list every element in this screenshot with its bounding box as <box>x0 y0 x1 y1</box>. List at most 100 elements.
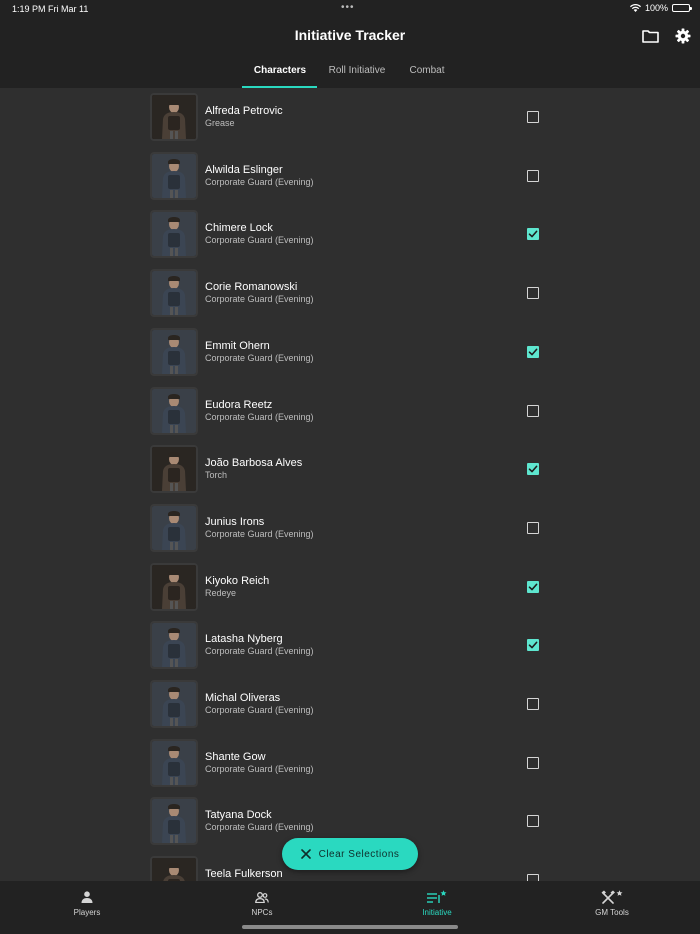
character-name: Teela Fulkerson <box>205 868 283 881</box>
tools-icon <box>567 887 657 907</box>
character-row[interactable]: Eudora Reetz Corporate Guard (Evening) <box>0 382 700 441</box>
gear-icon[interactable] <box>674 27 692 45</box>
select-checkbox[interactable] <box>527 698 539 710</box>
character-row[interactable]: Shante Gow Corporate Guard (Evening) <box>0 734 700 793</box>
character-row[interactable]: Alwilda Eslinger Corporate Guard (Evening… <box>0 147 700 206</box>
tab-roll-initiative[interactable]: Roll Initiative <box>320 65 394 76</box>
character-row[interactable]: Michal Oliveras Corporate Guard (Evening) <box>0 675 700 734</box>
character-row[interactable]: João Barbosa Alves Torch <box>0 440 700 499</box>
character-row[interactable]: Alfreda Petrovic Grease <box>0 88 700 147</box>
character-portrait <box>150 93 198 141</box>
tab-characters[interactable]: Characters <box>244 65 316 76</box>
character-name: Tatyana Dock <box>205 809 272 822</box>
character-role: Corporate Guard (Evening) <box>205 176 314 187</box>
character-portrait <box>150 680 198 728</box>
character-row[interactable]: Chimere Lock Corporate Guard (Evening) <box>0 205 700 264</box>
clear-selections-button[interactable]: Clear Selections <box>282 838 418 870</box>
checkmark-icon <box>528 465 538 473</box>
character-portrait <box>150 327 198 376</box>
character-role: Corporate Guard (Evening) <box>205 763 314 774</box>
character-role: Corporate Guard (Evening) <box>205 528 314 539</box>
nav-npcs-label: NPCs <box>251 908 273 917</box>
bottom-nav: Players NPCs Initiative GM Tools <box>0 881 700 934</box>
multitasking-dots-icon[interactable]: ••• <box>341 2 355 13</box>
select-checkbox[interactable] <box>527 580 539 593</box>
nav-players-label: Players <box>73 908 101 917</box>
character-portrait <box>150 856 198 881</box>
character-role: Corporate Guard (Evening) <box>205 352 314 363</box>
select-checkbox[interactable] <box>527 228 539 241</box>
battery-icon <box>672 4 692 12</box>
character-list[interactable]: Alfreda Petrovic Grease Alwilda Eslinger Co… <box>0 88 700 881</box>
person-icon <box>42 887 132 907</box>
character-role: Corporate Guard (Evening) <box>205 646 314 657</box>
checkmark-icon <box>528 348 538 356</box>
select-checkbox[interactable] <box>527 404 539 417</box>
character-name: Corie Romanowski <box>205 281 298 294</box>
select-checkbox[interactable] <box>527 521 539 534</box>
character-name: Alfreda Petrovic <box>205 105 283 117</box>
character-portrait <box>150 269 198 318</box>
group-icon <box>217 887 307 907</box>
select-checkbox[interactable] <box>527 111 539 123</box>
nav-gm-tools[interactable]: GM Tools <box>567 887 657 917</box>
character-name: Eudora Reetz <box>205 398 273 411</box>
character-portrait <box>150 562 198 611</box>
character-portrait <box>150 210 198 259</box>
character-portrait <box>150 797 198 846</box>
character-role: Corporate Guard (Evening) <box>205 822 314 833</box>
character-row[interactable]: Emmit Ohern Corporate Guard (Evening) <box>0 323 700 382</box>
tab-bar: Characters Roll Initiative Combat <box>0 58 700 88</box>
select-checkbox[interactable] <box>527 639 539 652</box>
character-name: Alwilda Eslinger <box>205 163 283 176</box>
battery-percent: 100% <box>644 3 668 13</box>
status-date: Fri Mar 11 <box>48 4 89 14</box>
character-portrait <box>150 445 198 494</box>
character-name: Michal Oliveras <box>205 692 281 704</box>
select-checkbox[interactable] <box>527 287 539 300</box>
character-name: Shante Gow <box>205 750 266 763</box>
character-portrait <box>150 621 198 670</box>
character-role: Corporate Guard (Evening) <box>205 235 314 246</box>
character-portrait <box>150 151 198 200</box>
character-row[interactable]: Junius Irons Corporate Guard (Evening) <box>0 499 700 558</box>
nav-players[interactable]: Players <box>42 887 132 917</box>
nav-initiative-label: Initiative <box>422 908 452 917</box>
character-name: Junius Irons <box>205 515 265 528</box>
character-row[interactable]: Corie Romanowski Corporate Guard (Evening… <box>0 264 700 323</box>
initiative-list-icon <box>392 887 482 907</box>
character-name: Latasha Nyberg <box>205 633 283 646</box>
close-icon <box>300 849 311 859</box>
character-name: Kiyoko Reich <box>205 574 270 587</box>
checkmark-icon <box>528 583 538 590</box>
checkmark-icon <box>528 641 538 649</box>
select-checkbox[interactable] <box>527 463 539 476</box>
character-role: Torch <box>205 470 228 481</box>
clear-selections-label: Clear Selections <box>318 848 400 860</box>
select-checkbox[interactable] <box>527 815 539 828</box>
nav-gm-tools-label: GM Tools <box>595 908 629 917</box>
character-role: Corporate Guard (Evening) <box>205 411 314 422</box>
folder-icon[interactable] <box>641 27 659 45</box>
character-role: Redeye <box>205 587 237 598</box>
select-checkbox[interactable] <box>527 874 539 881</box>
character-portrait <box>150 503 198 552</box>
home-indicator[interactable] <box>242 925 458 929</box>
character-row[interactable]: Kiyoko Reich Redeye <box>0 558 700 617</box>
character-role: Corporate Guard (Evening) <box>205 294 314 305</box>
wifi-icon <box>629 4 641 12</box>
tab-combat[interactable]: Combat <box>398 65 456 76</box>
character-portrait <box>150 738 198 787</box>
select-checkbox[interactable] <box>527 169 539 182</box>
nav-npcs[interactable]: NPCs <box>217 887 307 917</box>
nav-initiative[interactable]: Initiative <box>392 887 482 917</box>
select-checkbox[interactable] <box>527 345 539 358</box>
page-title: Initiative Tracker <box>294 27 406 43</box>
status-bar: 1:19 PM Fri Mar 11 ••• 100% <box>0 0 700 18</box>
status-time: 1:19 PM <box>12 4 46 14</box>
character-name: João Barbosa Alves <box>205 457 303 470</box>
checkmark-icon <box>528 230 538 238</box>
character-row[interactable]: Latasha Nyberg Corporate Guard (Evening) <box>0 616 700 675</box>
character-name: Emmit Ohern <box>205 339 270 352</box>
select-checkbox[interactable] <box>527 756 539 769</box>
